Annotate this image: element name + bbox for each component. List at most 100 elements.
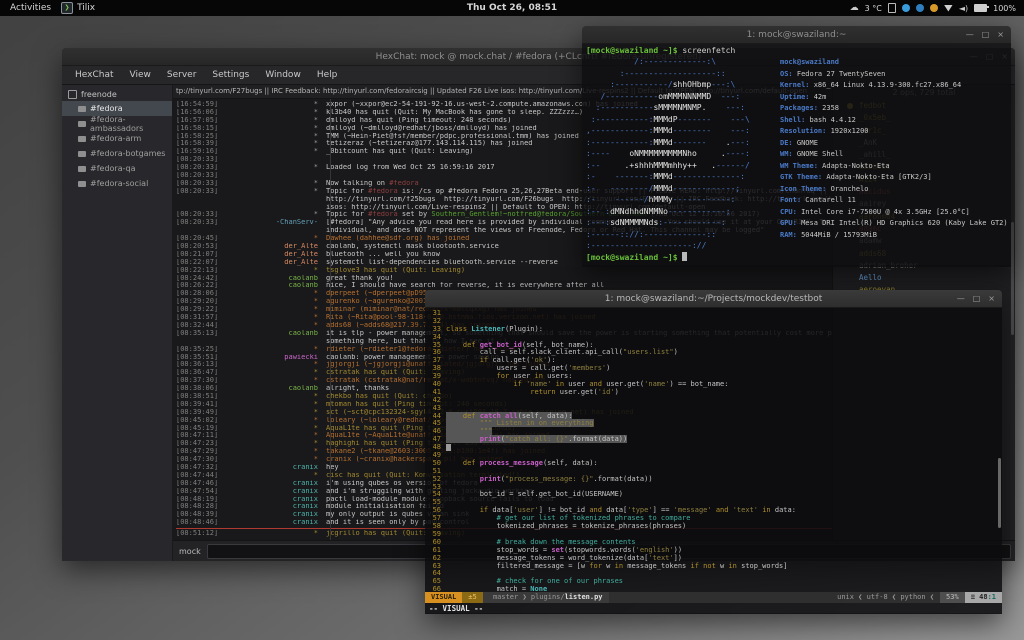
code-line: 45 """ Listen in on everything	[425, 420, 1002, 428]
code-token: data[	[602, 506, 627, 514]
maximize-button[interactable]: □	[982, 30, 990, 39]
indicator-icon-orange[interactable]	[930, 4, 938, 12]
sidebar-item-fedora-ambassadors[interactable]: #fedora-ambassadors	[62, 116, 172, 131]
channel-label: #fedora-botgames	[90, 149, 165, 158]
terminal2-scrollbar[interactable]	[998, 458, 1001, 528]
timestamp: [08:29:22]	[176, 306, 226, 314]
indicator-icon-people[interactable]	[916, 4, 924, 12]
focused-app-menu[interactable]: ❯ Tilix	[61, 2, 95, 14]
code-token: )	[674, 348, 678, 356]
indicator-icon-blue[interactable]	[902, 4, 910, 12]
battery-icon[interactable]	[974, 4, 987, 12]
timestamp: [08:20:33]	[176, 172, 226, 180]
timestamp: [08:35:13]	[176, 330, 226, 338]
info-line: Packages: 2358	[780, 103, 1011, 115]
shell-prompt: [mock@swaziland ~]$	[586, 253, 678, 262]
nick: *	[226, 235, 326, 243]
nick: *	[226, 393, 326, 401]
message-text: tsglove3 has quit (Quit: Leaving)	[326, 267, 465, 274]
code-token: # break down the message contents	[446, 538, 636, 546]
user-list-item[interactable]: Aello	[833, 272, 1015, 284]
sidebar-item-fedora-social[interactable]: #fedora-social	[62, 176, 172, 191]
code-token: if	[480, 356, 488, 364]
message-text: systemctl list-dependencies bluetooth.se…	[326, 259, 558, 266]
code-line: 58 tokenized_phrases = tokenize_phrases(…	[425, 523, 1002, 531]
logo-line: :- ------/hMMMy------------:	[586, 194, 750, 206]
terminal2-titlebar[interactable]: 1: mock@swaziland:~/Projects/mockdev/tes…	[425, 290, 1002, 308]
code-token: for	[589, 562, 602, 570]
network-item-freenode[interactable]: freenode	[62, 87, 172, 101]
timestamp: [08:47:30]	[176, 456, 226, 464]
info-line: RAM: 5044MiB / 15793MiB	[780, 230, 1011, 242]
code-line: 50 def process_message(self, data):	[425, 460, 1002, 468]
terminal1-titlebar[interactable]: 1: mock@swaziland:~ — □ ×	[582, 26, 1011, 44]
timestamp: [08:47:32]	[176, 464, 226, 472]
info-line: DE: GNOME	[780, 138, 1011, 150]
code-token	[446, 372, 497, 380]
clipboard-icon[interactable]	[888, 3, 896, 13]
vim-scroll-percent: 53%	[940, 592, 965, 603]
timestamp: [16:58:39]	[176, 140, 226, 148]
code-token: ))	[674, 546, 682, 554]
code-token: call.get(	[488, 356, 530, 364]
terminal-screenfetch-window: 1: mock@swaziland:~ — □ × [mock@swazilan…	[582, 26, 1011, 265]
nick: *	[226, 377, 326, 385]
code-token: 'message'	[674, 506, 712, 514]
menu-settings[interactable]: Settings	[205, 68, 256, 82]
nick: caolanb	[226, 282, 326, 290]
vim-cursor-position: ≡ 48:1	[965, 592, 1002, 603]
code-token: .format(data))	[568, 435, 627, 443]
terminal1-content[interactable]: [mock@swaziland ~]$ screenfetch /:------…	[582, 44, 1011, 267]
nick: caolanb	[226, 275, 326, 283]
code-token: and	[589, 380, 602, 388]
code-token: in	[535, 372, 543, 380]
message-text: #fedora	[368, 188, 398, 195]
nick: *	[226, 298, 326, 306]
timestamp: [08:47:29]	[176, 448, 226, 456]
code-token: filtered_message = [w	[446, 562, 589, 570]
code-token: call = self.slack_client.api_call(	[446, 348, 623, 356]
menu-help[interactable]: Help	[310, 68, 345, 82]
battery-percent: 100%	[993, 4, 1016, 13]
logo-line: :-----------/shhOHbmp---:\	[586, 79, 750, 91]
channel-tree: freenode #fedora#fedora-ambassadors#fedo…	[62, 85, 173, 561]
timestamp: [08:36:13]	[176, 361, 226, 369]
close-button[interactable]: ×	[988, 294, 995, 303]
minimize-button[interactable]: —	[957, 294, 965, 303]
logo-line: :- --------/MMMd-------------;	[586, 183, 750, 195]
wifi-icon[interactable]	[944, 5, 953, 12]
code-token: tokenized_phrases = tokenize_phrases(phr…	[446, 522, 686, 530]
timestamp: [08:47:46]	[176, 480, 226, 488]
menu-view[interactable]: View	[123, 68, 158, 82]
menu-server[interactable]: Server	[160, 68, 204, 82]
close-button[interactable]: ×	[997, 30, 1004, 39]
timestamp: [08:47:11]	[176, 432, 226, 440]
message-text: dmlloyd has quit (Ping timeout: 248 seco…	[326, 117, 511, 124]
nick-column-divider	[330, 99, 331, 540]
nick: cranix	[226, 496, 326, 504]
timestamp: [16:58:15]	[176, 125, 226, 133]
channel-label: #fedora-social	[90, 179, 148, 188]
volume-icon[interactable]: ◄)	[959, 4, 968, 13]
code-token: 'ok'	[530, 356, 547, 364]
sidebar-item-fedora-botgames[interactable]: #fedora-botgames	[62, 146, 172, 161]
code-token	[446, 380, 513, 388]
system-tray[interactable]: ☁ 3 °C ◄) 100%	[850, 3, 1024, 13]
minimize-button[interactable]: —	[966, 30, 974, 39]
nick: *	[226, 448, 326, 456]
sidebar-item-fedora-arm[interactable]: #fedora-arm	[62, 131, 172, 146]
message-text: Topic for	[326, 188, 368, 195]
nick: *	[226, 417, 326, 425]
sidebar-item-fedora-qa[interactable]: #fedora-qa	[62, 161, 172, 176]
menu-window[interactable]: Window	[258, 68, 308, 82]
vim-editor[interactable]: 313233class Listener(Plugin):3435 def ge…	[425, 308, 1002, 614]
nick: *	[226, 109, 326, 117]
vim-cursor	[446, 444, 451, 451]
menu-hexchat[interactable]: HexChat	[68, 68, 121, 82]
code-token: # check for one of our phrases	[446, 577, 623, 585]
logo-line: :-- :dMNdhhdNMMNo------------;	[586, 206, 750, 218]
nick: *	[226, 440, 326, 448]
system-info: mock@swazilandOS: Fedora 27 TwentySevenK…	[780, 57, 1011, 241]
activities-button[interactable]: Activities	[10, 3, 51, 13]
maximize-button[interactable]: □	[973, 294, 981, 303]
